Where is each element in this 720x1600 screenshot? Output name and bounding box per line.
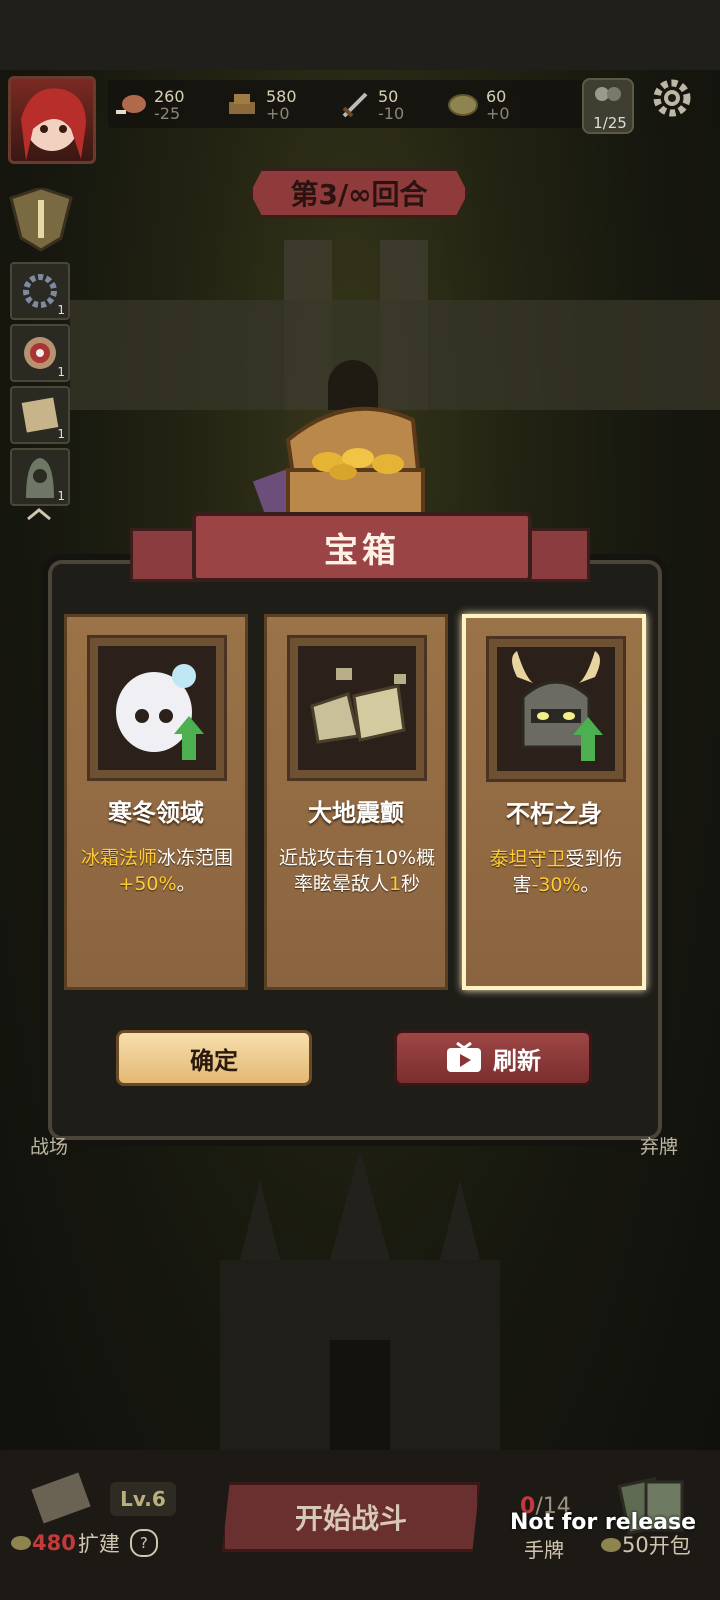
coin-value: 60	[486, 87, 507, 106]
meat-value: 260	[154, 87, 185, 106]
side-skill-map[interactable]: 1	[10, 386, 70, 444]
card-name: 大地震颤	[308, 799, 404, 827]
confirm-label: 确定	[190, 1046, 238, 1075]
treasure-chest-icon	[252, 406, 425, 527]
status-bar-area	[0, 0, 720, 70]
watermark-text: Not for release	[510, 1510, 696, 1535]
sword-icon	[342, 92, 368, 118]
card-desc-highlight: 1	[388, 873, 402, 895]
side-skill-gear[interactable]: 1	[10, 262, 70, 320]
pack-cost: 50	[622, 1533, 649, 1557]
sword-delta: -10	[378, 104, 405, 123]
settings-gear-icon[interactable]	[650, 76, 694, 120]
coin-icon	[448, 94, 478, 116]
card-description: 冰霜法师冰冻范围 +50%。	[77, 845, 237, 897]
card-desc-highlight: 冰霜法师	[80, 847, 157, 869]
card-icon-frame	[87, 635, 227, 781]
level-badge: Lv.6	[110, 1482, 176, 1516]
resource-wood: 580 +0	[226, 86, 297, 124]
horned-helmet-icon	[512, 651, 603, 761]
refresh-button[interactable]: 刷新	[394, 1030, 592, 1086]
expand-cost: 480	[32, 1531, 76, 1555]
card-description: 泰坦守卫受到伤害-30%。	[476, 846, 636, 898]
ice-maiden-icon	[116, 664, 204, 760]
expand-button[interactable]: 480 扩建 ?	[10, 1528, 158, 1558]
coin-icon	[11, 1536, 31, 1550]
coin-delta: +0	[486, 104, 510, 123]
card-name: 不朽之身	[506, 800, 602, 828]
wood-value: 580	[266, 87, 297, 106]
resource-sword: 50 -10	[338, 86, 404, 124]
wood-delta: +0	[266, 104, 290, 123]
hand-label[interactable]: 手牌	[524, 1534, 564, 1563]
sword-emblem-icon[interactable]	[6, 188, 76, 252]
team-count: 1/25	[593, 114, 627, 132]
side-skill-target[interactable]: 1	[10, 324, 70, 382]
resource-coin: 60 +0	[446, 86, 510, 124]
player-avatar[interactable]	[8, 76, 96, 164]
card-desc-highlight: 泰坦守卫	[489, 848, 566, 870]
hammer-build-icon[interactable]	[26, 1470, 106, 1530]
meat-icon	[116, 95, 146, 114]
card-icon-frame	[287, 635, 427, 781]
resource-meat: 260 -25	[114, 86, 185, 124]
discard-label[interactable]: 弃牌	[640, 1132, 678, 1159]
reward-card-immortal-body[interactable]: 不朽之身 泰坦守卫受到伤害-30%。	[462, 614, 646, 990]
sword-value: 50	[378, 87, 399, 106]
video-ad-icon	[447, 1042, 481, 1072]
side-skill-count: 1	[57, 427, 65, 441]
meat-delta: -25	[154, 104, 181, 123]
collapse-chevron-icon[interactable]	[24, 506, 54, 522]
card-name: 寒冬领域	[108, 799, 204, 827]
cracked-rock-icon	[310, 668, 406, 744]
start-battle-button[interactable]: 开始战斗	[222, 1482, 480, 1552]
side-skill-hooded[interactable]: 1	[10, 448, 70, 506]
round-banner: 第3/∞回合	[250, 168, 468, 218]
card-desc-end: 。	[580, 874, 600, 896]
card-description: 近战攻击有10%概率眩晕敌人1秒	[277, 845, 437, 897]
side-skill-count: 1	[57, 489, 65, 503]
card-desc-highlight-value: -30%	[531, 874, 581, 896]
confirm-button[interactable]: 确定	[116, 1030, 312, 1086]
help-button[interactable]: ?	[129, 1529, 158, 1557]
modal-title: 宝箱	[192, 512, 532, 582]
card-desc-highlight-value: +50%	[118, 873, 177, 895]
side-skill-count: 1	[57, 303, 65, 317]
side-skill-count: 1	[57, 365, 65, 379]
card-icon-frame	[486, 636, 626, 782]
wood-icon	[229, 94, 255, 114]
card-desc-text: 冰冻范围	[157, 847, 234, 869]
refresh-label: 刷新	[493, 1046, 541, 1075]
red-haired-hero-icon	[21, 88, 86, 161]
battlefield-label[interactable]: 战场	[30, 1132, 68, 1159]
team-members-icon	[595, 87, 621, 101]
card-desc-end: 秒	[401, 873, 421, 895]
expand-label: 扩建	[77, 1532, 120, 1556]
card-desc-end: 。	[176, 873, 196, 895]
reward-card-winter-domain[interactable]: 寒冬领域 冰霜法师冰冻范围 +50%。	[64, 614, 248, 990]
coin-icon	[601, 1538, 621, 1552]
reward-card-earth-tremor[interactable]: 大地震颤 近战攻击有10%概率眩晕敌人1秒	[264, 614, 448, 990]
